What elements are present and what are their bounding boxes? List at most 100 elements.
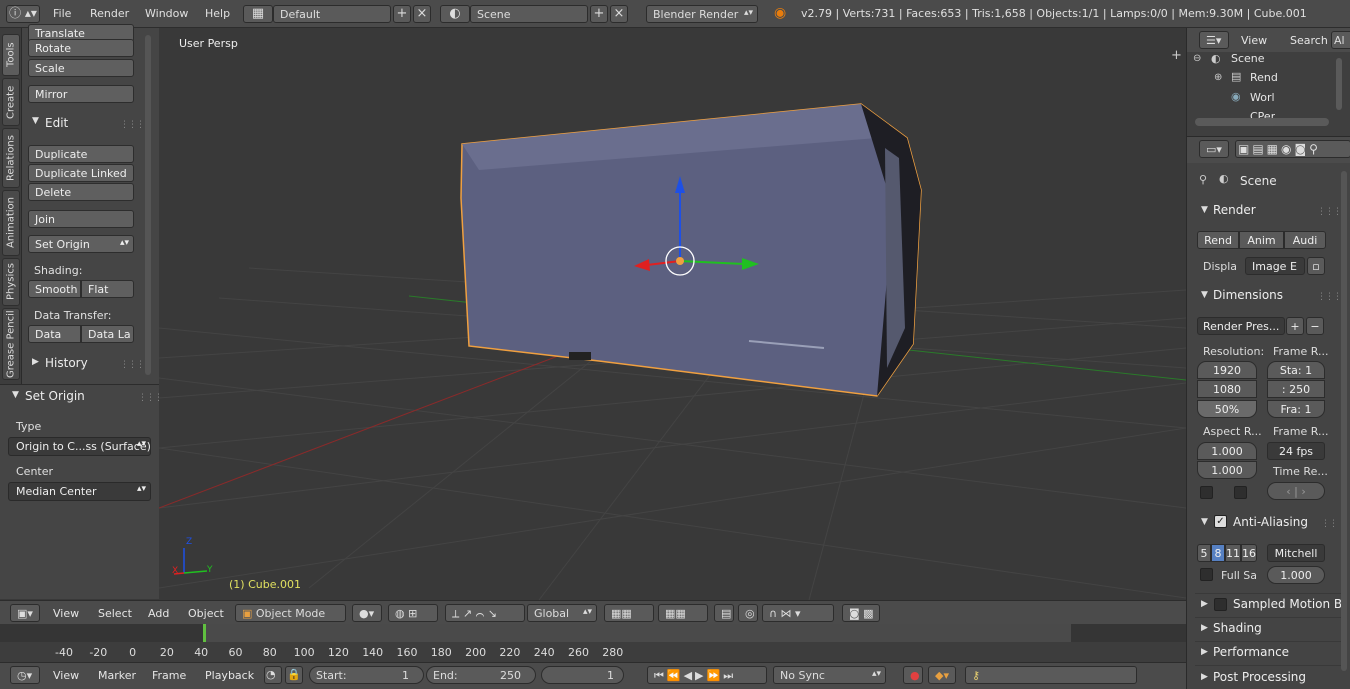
shelf-scrollbar[interactable] bbox=[145, 35, 151, 375]
history-expand-arrow-icon[interactable]: ▶ bbox=[32, 357, 39, 367]
current-frame-field[interactable]: 1 bbox=[541, 666, 624, 684]
menu-render[interactable]: Render bbox=[90, 7, 129, 20]
menu-view[interactable]: View bbox=[53, 607, 79, 620]
start-frame-field[interactable]: Start: 1 bbox=[309, 666, 424, 684]
scene-icon[interactable]: ◐ bbox=[440, 5, 470, 23]
current-frame-indicator[interactable] bbox=[203, 624, 206, 642]
properties-scrollbar[interactable] bbox=[1341, 171, 1347, 671]
render-animation-button[interactable]: Anim bbox=[1239, 231, 1284, 249]
tab-tools[interactable]: Tools bbox=[2, 34, 20, 76]
mode-dropdown[interactable]: ▣ Object Mode bbox=[235, 604, 346, 622]
info-editor-type-button[interactable]: ⓘ ▴▾ bbox=[6, 5, 40, 23]
performance-arrow-icon[interactable]: ▶ bbox=[1201, 647, 1208, 657]
center-dropdown[interactable]: Median Center ▴▾ bbox=[8, 482, 151, 501]
screen-layout-icon[interactable]: ▦ bbox=[243, 5, 273, 23]
set-origin-dropdown[interactable]: Set Origin ▴▾ bbox=[28, 235, 134, 253]
outliner-menu-search[interactable]: Search bbox=[1290, 34, 1328, 47]
join-button[interactable]: Join bbox=[28, 210, 134, 228]
editor-type-cube-icon[interactable]: ▣▾ bbox=[10, 604, 40, 622]
aa-samples-11[interactable]: 11 bbox=[1225, 544, 1241, 562]
menu-select[interactable]: Select bbox=[98, 607, 132, 620]
render-image-button[interactable]: Rend bbox=[1197, 231, 1239, 249]
timeline[interactable]: -40 -20 0 20 40 60 80 100 120 140 160 180 200 220 240 2… bbox=[0, 624, 1186, 662]
keying-set-field[interactable]: ⚷ bbox=[965, 666, 1137, 684]
collapse-scene-icon[interactable]: ⊖ bbox=[1193, 53, 1201, 64]
origin-type-dropdown[interactable]: Origin to C...ss (Surface) ▴▾ bbox=[8, 437, 151, 456]
render-presets-dropdown[interactable]: Render Pres... bbox=[1197, 317, 1285, 335]
filter-size-field[interactable]: 1.000 bbox=[1267, 566, 1325, 584]
preview-range-icon[interactable]: ◔ bbox=[264, 666, 282, 684]
menu-file[interactable]: File bbox=[53, 7, 71, 20]
orientation-dropdown[interactable]: Global ▴▾ bbox=[527, 604, 597, 622]
flat-button[interactable]: Flat bbox=[81, 280, 134, 298]
resolution-x-field[interactable]: 1920 bbox=[1197, 361, 1257, 379]
frame-start-field[interactable]: Sta: 1 bbox=[1267, 361, 1325, 379]
layers-grid-left-icon[interactable]: ▦▦ bbox=[604, 604, 654, 622]
dimensions-panel-title[interactable]: Dimensions bbox=[1213, 288, 1283, 302]
delete-scene-button[interactable]: × bbox=[610, 5, 628, 23]
manipulator-toggle-icon[interactable]: ⟂ ↗ ⌒ ↘ bbox=[445, 604, 525, 622]
aa-samples-16[interactable]: 16 bbox=[1241, 544, 1257, 562]
render-panel-title[interactable]: Render bbox=[1213, 203, 1256, 217]
menu-object[interactable]: Object bbox=[188, 607, 224, 620]
scene-field[interactable]: Scene bbox=[470, 5, 588, 23]
outliner-editor-type-icon[interactable]: ☰▾ bbox=[1199, 31, 1229, 49]
aspect-y-field[interactable]: 1.000 bbox=[1197, 461, 1257, 479]
outliner-v-scrollbar[interactable] bbox=[1336, 58, 1342, 110]
motion-blur-checkbox[interactable] bbox=[1214, 598, 1227, 611]
rotate-button[interactable]: Rotate bbox=[28, 39, 134, 57]
pivot-point-icon[interactable]: ◍ ⊞ bbox=[388, 604, 438, 622]
panel-grip-icon[interactable]: ⋮⋮⋮ bbox=[120, 360, 145, 370]
aspect-x-field[interactable]: 1.000 bbox=[1197, 442, 1257, 460]
screen-layout-field[interactable]: Default bbox=[273, 5, 391, 23]
render-panel-arrow-icon[interactable]: ▼ bbox=[1201, 205, 1208, 215]
panel-grip-icon[interactable]: ⋮⋮⋮ bbox=[120, 120, 145, 130]
history-panel-title[interactable]: History bbox=[45, 356, 88, 370]
border-checkbox[interactable] bbox=[1200, 486, 1213, 499]
proportional-editing-icon[interactable]: ◎ bbox=[738, 604, 758, 622]
aa-panel-arrow-icon[interactable]: ▼ bbox=[1201, 517, 1208, 527]
delete-button[interactable]: Delete bbox=[28, 183, 134, 201]
lock-camera-icon[interactable]: ▤ bbox=[714, 604, 734, 622]
tab-physics[interactable]: Physics bbox=[2, 258, 20, 306]
edit-collapse-arrow-icon[interactable]: ▼ bbox=[32, 116, 39, 126]
playback-controls-icon[interactable]: ⏮⏪◀▶⏩⏭ bbox=[647, 666, 767, 684]
keying-set-icon[interactable]: ◆▾ bbox=[928, 666, 956, 684]
menu-add[interactable]: Add bbox=[148, 607, 169, 620]
outliner-menu-view[interactable]: View bbox=[1241, 34, 1267, 47]
aa-samples-8[interactable]: 8 bbox=[1211, 544, 1225, 562]
delete-layout-button[interactable]: × bbox=[413, 5, 431, 23]
post-processing-panel-title[interactable]: Post Processing bbox=[1213, 670, 1306, 684]
performance-panel-title[interactable]: Performance bbox=[1213, 645, 1289, 659]
data-button[interactable]: Data bbox=[28, 325, 81, 343]
render-camera-icon[interactable]: ◙ ▩ bbox=[842, 604, 880, 622]
mirror-button[interactable]: Mirror bbox=[28, 85, 134, 103]
frame-step-field[interactable]: Fra: 1 bbox=[1267, 400, 1325, 418]
resolution-percentage-slider[interactable]: 50% bbox=[1197, 400, 1257, 418]
tab-animation[interactable]: Animation bbox=[2, 190, 20, 256]
data-layers-button[interactable]: Data La bbox=[81, 325, 134, 343]
tl-menu-frame[interactable]: Frame bbox=[152, 669, 186, 682]
outliner-item-pencil[interactable]: CPer bbox=[1250, 110, 1275, 118]
sync-dropdown[interactable]: No Sync ▴▾ bbox=[773, 666, 886, 684]
pin-icon[interactable]: ⚲ bbox=[1199, 173, 1207, 186]
selected-mesh-cube[interactable] bbox=[460, 103, 922, 397]
tab-relations[interactable]: Relations bbox=[2, 128, 20, 188]
duplicate-linked-button[interactable]: Duplicate Linked bbox=[28, 164, 134, 182]
menu-window[interactable]: Window bbox=[145, 7, 188, 20]
aa-filter-dropdown[interactable]: Mitchell bbox=[1267, 544, 1325, 562]
tab-create[interactable]: Create bbox=[2, 78, 20, 126]
tl-menu-marker[interactable]: Marker bbox=[98, 669, 136, 682]
add-preset-icon[interactable]: + bbox=[1286, 317, 1304, 335]
full-sample-checkbox[interactable] bbox=[1200, 568, 1213, 581]
outliner-item-world[interactable]: Worl bbox=[1250, 91, 1275, 104]
motion-blur-panel-title[interactable]: Sampled Motion B bbox=[1233, 597, 1342, 611]
remove-preset-icon[interactable]: − bbox=[1306, 317, 1324, 335]
shading-panel-title[interactable]: Shading bbox=[1213, 621, 1262, 635]
frame-rate-dropdown[interactable]: 24 fps bbox=[1267, 442, 1325, 460]
menu-help[interactable]: Help bbox=[205, 7, 230, 20]
aa-enable-checkbox[interactable]: ✓ bbox=[1214, 515, 1227, 528]
render-audio-button[interactable]: Audi bbox=[1284, 231, 1326, 249]
crop-checkbox[interactable] bbox=[1234, 486, 1247, 499]
lock-range-icon[interactable]: 🔒 bbox=[285, 666, 303, 684]
